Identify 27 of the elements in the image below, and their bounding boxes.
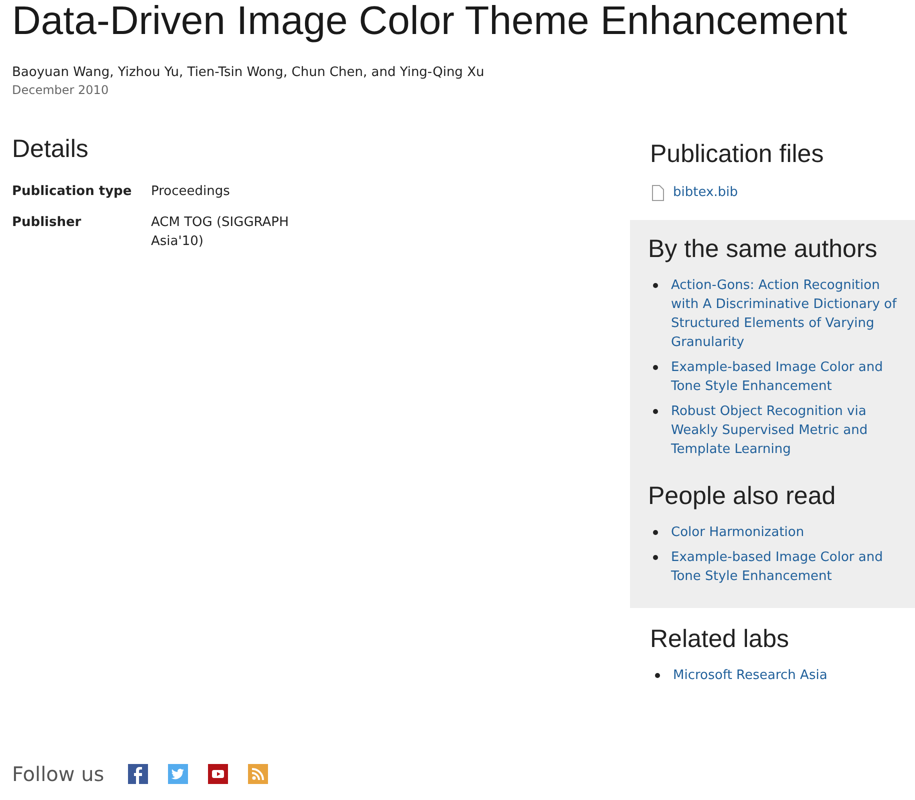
section-heading: Related labs [650,624,790,654]
rss-icon [248,764,268,784]
section-heading: People also read [648,481,837,511]
section-heading: Details [12,134,90,164]
detail-value: Proceedings [151,183,231,201]
section-heading: By the same authors [648,234,878,264]
authors: Baoyuan Wang, Yizhou Yu, Tien-Tsin Wong, Chun Chen, and Ying-Qing Xu [11,64,486,82]
detail-value: ACM TOG (SIGGRAPH Asia'10) [151,214,290,251]
related-link[interactable]: Color Harmonization [671,523,804,542]
related-link[interactable]: Example-based Image Color and Tone Style Enhancement [671,548,909,586]
document-icon [650,184,666,200]
publication-date: December 2010 [11,82,110,98]
f-letter-icon [128,764,148,784]
play-icon [208,764,228,784]
detail-label: Publisher [12,214,82,232]
related-link[interactable]: Microsoft Research Asia [673,666,828,685]
related-link[interactable]: Example-based Image Color and Tone Style Enhancement [671,358,909,396]
page-title: Data-Driven Image Color Theme Enhancement [11,0,848,44]
follow-label: Follow us [12,762,104,786]
detail-label: Publication type [12,183,133,201]
bird-icon [168,764,188,784]
section-heading: Publication files [650,139,825,169]
file-link[interactable]: bibtex.bib [673,183,738,202]
social-link[interactable] [208,764,228,784]
social-link[interactable] [128,764,148,784]
related-link[interactable]: Robust Object Recognition via Weakly Supervised Metric and Template Learning [671,402,909,459]
related-link[interactable]: Action-Gons: Action Recognition with A Discriminative Dictionary of Structured Elements of Varying Granularity [671,276,909,352]
